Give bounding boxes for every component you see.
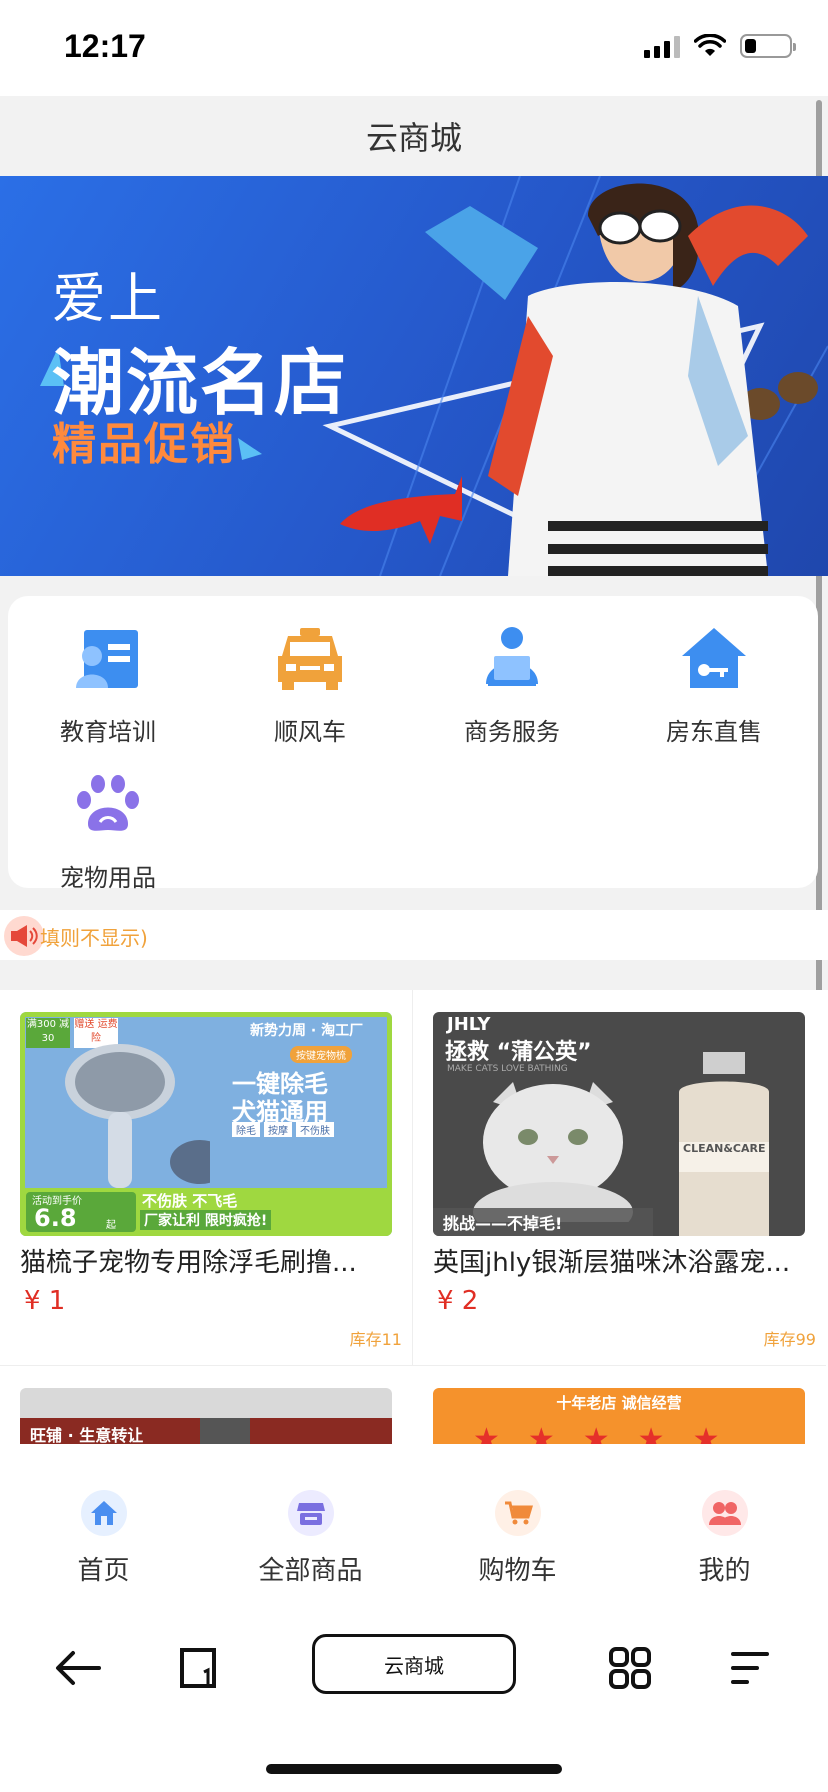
category-pets[interactable]: 宠物用品: [8, 768, 208, 893]
back-button[interactable]: [48, 1640, 108, 1696]
store-icon: [287, 1490, 334, 1536]
product-image: JHLY 拯救 “蒲公英” MAKE CATS LOVE BATHING CLE…: [433, 1012, 805, 1236]
apps-grid-button[interactable]: [600, 1640, 660, 1696]
signal-icon: [644, 34, 680, 58]
speaker-icon: [4, 916, 44, 956]
address-bar[interactable]: 云商城: [312, 1634, 516, 1694]
business-person-icon: [476, 622, 548, 694]
tab-label: 首页: [77, 1556, 130, 1586]
cat-illustration: [473, 1082, 633, 1222]
browser-toolbar: 云商城: [0, 1604, 828, 1792]
product-price: ¥ 1: [24, 1286, 66, 1316]
nav-header: 云商城: [0, 96, 828, 176]
banner-line3: 精品促销: [52, 419, 236, 470]
status-bar: 12:17: [0, 0, 828, 96]
category-label: 商务服务: [464, 718, 560, 746]
product-grid: 满300 减30 赠送 运费险 新势力周 · 淘工厂 按键宠物梳 一键除毛 犬猫…: [0, 990, 828, 1450]
tab-home[interactable]: 首页: [0, 1444, 207, 1604]
product-card[interactable]: JHLY 拯救 “蒲公英” MAKE CATS LOVE BATHING CLE…: [413, 990, 826, 1366]
home-indicator[interactable]: [266, 1764, 562, 1774]
tab-all-products[interactable]: 全部商品: [207, 1444, 414, 1604]
home-icon: [80, 1490, 127, 1536]
tab-label: 全部商品: [258, 1556, 363, 1586]
category-label: 顺风车: [274, 718, 346, 746]
tab-label: 购物车: [478, 1556, 557, 1586]
image-tag: 按键宠物梳: [290, 1046, 352, 1063]
image-headline: 拯救 “蒲公英”: [445, 1040, 592, 1065]
category-education[interactable]: 教育培训: [8, 622, 208, 747]
paw-icon: [72, 768, 144, 840]
battery-level: [745, 39, 756, 53]
users-icon: [701, 1490, 748, 1536]
product-card[interactable]: 满300 减30 赠送 运费险 新势力周 · 淘工厂 按键宠物梳 一键除毛 犬猫…: [0, 990, 413, 1366]
category-grid: 教育培训 顺风车 商务服务 房东直售 宠物用品: [8, 596, 818, 892]
notice-text: 填则不显示): [40, 926, 148, 950]
battery-icon: [740, 34, 796, 58]
taxi-icon: [274, 622, 346, 694]
notice-bar[interactable]: 填则不显示): [0, 910, 828, 960]
image-price-unit: 起: [106, 1220, 116, 1231]
product-image: 旺铺 · 生意转让: [20, 1388, 392, 1450]
bottom-tab-bar: 首页 全部商品 购物车 我的: [0, 1444, 828, 1604]
menu-button[interactable]: [720, 1640, 780, 1696]
image-slogan: 不伤肤 不飞毛: [142, 1192, 238, 1210]
promo-banner[interactable]: 爱上 潮流名店 精品促销: [0, 176, 828, 576]
image-brand: JHLY: [447, 1014, 491, 1035]
product-image: 十年老店 诚信经营 ★★★★★: [433, 1388, 805, 1450]
category-label: 房东直售: [666, 718, 762, 746]
tab-label: 我的: [698, 1556, 751, 1586]
image-sign: 旺铺 · 生意转让: [30, 1426, 144, 1445]
wifi-icon: [694, 34, 726, 56]
status-icons: [644, 34, 796, 58]
product-title: 英国jhly银渐层猫咪沐浴露宠...: [433, 1248, 791, 1278]
model-figure: [488, 183, 808, 576]
bottle-label: CLEAN&CARE: [683, 1142, 766, 1155]
image-banner: 十年老店 诚信经营: [556, 1394, 682, 1412]
category-business[interactable]: 商务服务: [412, 622, 612, 747]
category-label: 教育培训: [60, 718, 156, 746]
image-chip: 除毛: [232, 1122, 260, 1137]
image-chip: 不伤肤: [296, 1122, 334, 1137]
image-brand: 新势力周 · 淘工厂: [250, 1023, 364, 1039]
education-icon: [72, 622, 144, 694]
page-title: 云商城: [365, 119, 462, 157]
tab-mine[interactable]: 我的: [621, 1444, 828, 1604]
category-label: 宠物用品: [60, 864, 156, 892]
product-card[interactable]: 十年老店 诚信经营 ★★★★★: [413, 1366, 826, 1450]
grid-icon: [609, 1647, 651, 1689]
product-stock: 库存11: [349, 1330, 402, 1349]
window-switch-button[interactable]: [168, 1640, 228, 1696]
banner-line1: 爱上: [52, 267, 164, 330]
image-chips: 除毛 按摩 不伤肤: [232, 1122, 334, 1137]
product-card[interactable]: 旺铺 · 生意转让: [0, 1366, 413, 1450]
app-screen: 12:17 云商城 爱上 潮流名店 精品促销 教育培训 顺风车 商务服务 房东直…: [0, 0, 828, 1792]
product-image: 满300 减30 赠送 运费险 新势力周 · 淘工厂 按键宠物梳 一键除毛 犬猫…: [20, 1012, 392, 1236]
image-slogan: 挑战——不掉毛!: [443, 1214, 563, 1233]
brush-illustration: [65, 1044, 210, 1188]
category-carpool[interactable]: 顺风车: [210, 622, 410, 747]
window-count-icon: [180, 1648, 216, 1688]
back-arrow-icon: [56, 1651, 101, 1685]
image-slogan: 厂家让利 限时疯抢!: [140, 1210, 272, 1230]
tab-cart[interactable]: 购物车: [414, 1444, 621, 1604]
cart-icon: [494, 1490, 541, 1536]
house-key-icon: [678, 622, 750, 694]
menu-lines-icon: [731, 1652, 769, 1684]
product-price: ¥ 2: [437, 1286, 479, 1316]
category-landlord[interactable]: 房东直售: [614, 622, 814, 747]
image-price: 6.8: [34, 1204, 77, 1232]
image-chip: 按摩: [264, 1122, 292, 1137]
product-stock: 库存99: [763, 1330, 816, 1349]
status-time: 12:17: [64, 28, 146, 64]
product-title: 猫梳子宠物专用除浮毛刷撸...: [20, 1248, 357, 1278]
